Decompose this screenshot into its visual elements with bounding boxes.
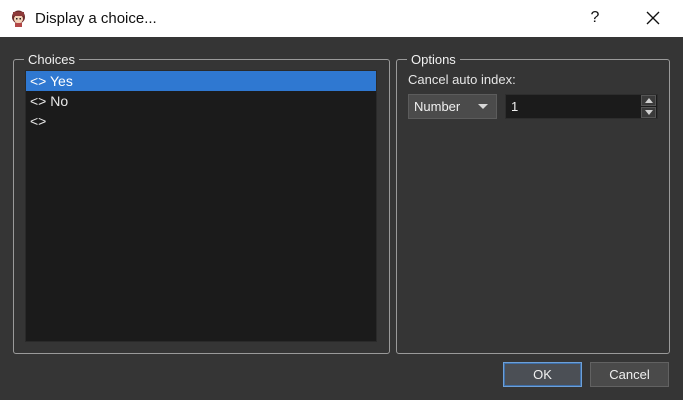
list-item[interactable]: <> Yes	[26, 71, 376, 91]
cancel-mode-value: Number	[414, 99, 461, 114]
cancel-index-spinbox[interactable]: 1	[505, 94, 658, 119]
cancel-auto-index-label: Cancel auto index:	[408, 72, 516, 87]
list-item[interactable]: <> No	[26, 91, 376, 111]
close-icon	[646, 11, 660, 25]
window-title: Display a choice...	[35, 10, 157, 27]
list-item[interactable]: <>	[26, 111, 376, 131]
spin-down-icon[interactable]	[641, 107, 656, 118]
chevron-down-icon	[478, 104, 488, 109]
ok-button[interactable]: OK	[503, 362, 582, 387]
cancel-index-value[interactable]: 1	[511, 95, 518, 118]
cancel-mode-select[interactable]: Number	[408, 94, 497, 119]
close-button[interactable]	[637, 4, 669, 32]
choices-list[interactable]: <> Yes <> No <>	[25, 70, 377, 342]
options-group-title: Options	[411, 52, 456, 67]
cancel-button[interactable]: Cancel	[590, 362, 669, 387]
spin-up-icon[interactable]	[641, 95, 656, 106]
app-character-icon	[12, 10, 25, 27]
choices-group-title: Choices	[28, 52, 75, 67]
title-bar: Display a choice... ?	[0, 0, 683, 37]
help-button[interactable]: ?	[580, 4, 610, 32]
